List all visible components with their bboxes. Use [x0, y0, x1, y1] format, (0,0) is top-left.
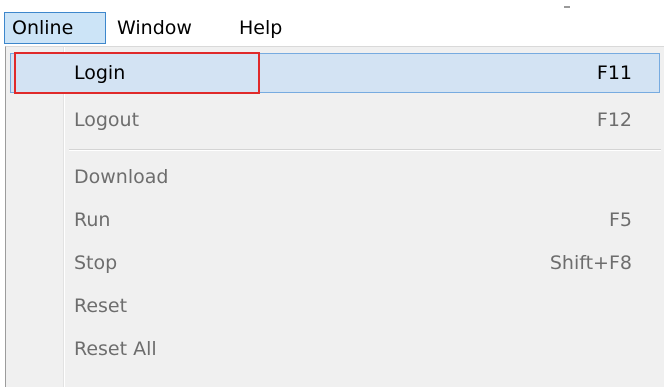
window-control-mark: [564, 0, 570, 8]
menu-window[interactable]: Window: [110, 12, 199, 44]
menu-item-reset[interactable]: Reset: [10, 286, 660, 326]
menu-item-logout[interactable]: Logout F12: [10, 100, 660, 140]
menu-online[interactable]: Online: [4, 12, 106, 44]
menu-item-run[interactable]: Run F5: [10, 200, 660, 240]
menu-item-label: Logout: [74, 109, 140, 131]
menu-item-download[interactable]: Download: [10, 157, 660, 197]
annotation-highlight-box: [14, 52, 260, 94]
menu-item-label: Run: [74, 209, 111, 231]
menu-item-shortcut: Shift+F8: [549, 252, 632, 274]
menu-item-label: Reset: [74, 295, 128, 317]
menu-help[interactable]: Help: [232, 12, 289, 44]
menu-item-shortcut: F5: [608, 209, 632, 231]
menu-separator: [69, 149, 661, 150]
menu-item-shortcut: F12: [596, 109, 632, 131]
menu-item-stop[interactable]: Stop Shift+F8: [10, 243, 660, 283]
menu-item-label: Stop: [74, 252, 118, 274]
menu-item-label: Reset All: [74, 338, 157, 360]
menu-bar: Online Window Help: [0, 0, 664, 46]
menu-item-reset-all[interactable]: Reset All: [10, 329, 660, 369]
online-dropdown-menu: Login F11 Logout F12 Download Run F5 Sto…: [5, 46, 664, 387]
menu-item-shortcut: F11: [596, 62, 632, 84]
menu-item-label: Download: [74, 166, 169, 188]
